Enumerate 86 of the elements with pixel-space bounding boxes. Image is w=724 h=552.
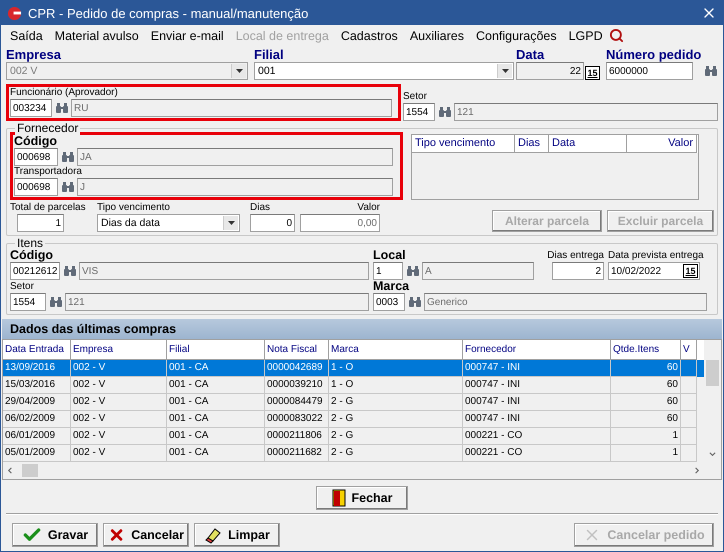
group-title: Fornecedor	[15, 121, 80, 135]
delivery-days-field[interactable]: 2	[552, 262, 604, 280]
installments-field[interactable]: 1	[17, 214, 64, 232]
section-title: Dados das últimas compras	[10, 322, 176, 336]
field-label: Número pedido	[606, 48, 701, 62]
cancel-button[interactable]: Cancelar	[103, 523, 189, 547]
caret-icon	[236, 69, 242, 73]
calendar-button[interactable]: 15	[683, 264, 698, 278]
menu-item[interactable]: Auxiliares	[404, 28, 470, 42]
name-field: A	[422, 262, 534, 280]
order-number-field[interactable]: 6000000	[606, 62, 693, 80]
search-icon[interactable]	[608, 28, 624, 43]
name-field: VIS	[79, 262, 369, 280]
app-logo-icon	[7, 6, 22, 20]
field-label: Data	[516, 48, 546, 62]
code-field[interactable]: 000698	[14, 178, 58, 196]
table-row[interactable]: 13/09/2016 002 - V 001 - CA 0000042689 1 - O 000747 - INI 60	[3, 360, 704, 377]
binoculars-icon[interactable]	[61, 181, 75, 193]
column-header: Tipo vencimento	[412, 135, 515, 153]
field-label: Dias	[250, 202, 272, 214]
company-dropdown[interactable]: 002 V	[6, 62, 248, 80]
field-label: Tipo vencimento	[97, 202, 171, 214]
name-field: J	[77, 178, 393, 196]
field-label: Marca	[373, 280, 410, 293]
days-field[interactable]: 0	[250, 214, 295, 232]
field-label: Transportadora	[14, 166, 83, 178]
caret-icon	[228, 221, 234, 225]
menu-item[interactable]: Saída	[4, 28, 49, 42]
menu-item[interactable]: LGPD	[562, 28, 609, 42]
binoculars-icon[interactable]	[406, 265, 420, 277]
value-field[interactable]: 0,00	[300, 214, 380, 232]
field-label: Código	[14, 135, 58, 148]
due-type-dropdown[interactable]: Dias da data	[97, 214, 240, 232]
close-button[interactable]: Fechar	[316, 486, 408, 510]
date-field[interactable]: 10/02/2022 15	[608, 262, 700, 280]
code-field[interactable]: 00212612	[10, 262, 60, 280]
field-label: Filial	[254, 48, 285, 62]
field-label: Data prevista entrega	[608, 250, 705, 262]
field-label: Empresa	[6, 48, 62, 62]
field-label: Dias entrega	[547, 250, 604, 262]
column-header: Valor	[627, 135, 697, 153]
door-icon	[332, 489, 346, 507]
name-field: 121	[65, 293, 369, 311]
binoculars-icon[interactable]	[63, 265, 77, 277]
eraser-icon	[204, 526, 222, 544]
name-field: Generico	[424, 293, 707, 311]
calendar-button[interactable]: 15	[585, 66, 600, 80]
field-label: Código	[10, 249, 54, 262]
field-label: Setor	[403, 91, 428, 103]
binoculars-icon[interactable]	[438, 106, 452, 118]
code-field[interactable]: 1	[373, 262, 403, 280]
code-field[interactable]: 1554	[10, 293, 46, 311]
field-label: Total de parcelas	[10, 202, 87, 214]
field-label: Local	[373, 249, 407, 262]
binoculars-icon[interactable]	[55, 102, 69, 114]
field-label: Valor	[356, 202, 380, 214]
date-value: 10/02/2022	[611, 266, 662, 276]
cross-icon	[108, 526, 126, 544]
code-field[interactable]: 1554	[403, 103, 435, 121]
date-field[interactable]: 22	[516, 62, 584, 80]
name-field: JA	[77, 148, 393, 166]
save-button[interactable]: Gravar	[12, 523, 98, 547]
menu-item[interactable]: Configurações	[470, 28, 563, 42]
scroll-thumb[interactable]	[22, 464, 38, 477]
code-field[interactable]: 0003	[373, 293, 405, 311]
column-header: Data	[549, 135, 627, 153]
binoculars-icon[interactable]	[61, 151, 75, 163]
menu-item[interactable]: Cadastros	[334, 28, 404, 42]
code-field[interactable]: 000698	[14, 148, 58, 166]
field-label: Setor	[10, 281, 35, 293]
binoculars-icon[interactable]	[408, 296, 422, 308]
binoculars-icon[interactable]	[704, 65, 718, 77]
clear-button[interactable]: Limpar	[194, 523, 280, 547]
menu-item[interactable]: Material avulso	[48, 28, 145, 42]
menu-item[interactable]: Enviar e-mail	[144, 28, 230, 42]
window-title: CPR - Pedido de compras - manual/manutenção	[28, 6, 310, 20]
column-header: Dias	[515, 135, 549, 153]
name-field: 121	[454, 103, 718, 121]
scroll-thumb[interactable]	[706, 360, 719, 386]
group-title: Itens	[15, 236, 46, 250]
binoculars-icon[interactable]	[49, 296, 63, 308]
code-field[interactable]: 003234	[10, 99, 52, 117]
field-label: Funcionário (Aprovador)	[10, 87, 119, 99]
branch-dropdown[interactable]: 001	[254, 62, 514, 80]
caret-icon	[502, 69, 508, 73]
name-field: RU	[71, 99, 392, 117]
